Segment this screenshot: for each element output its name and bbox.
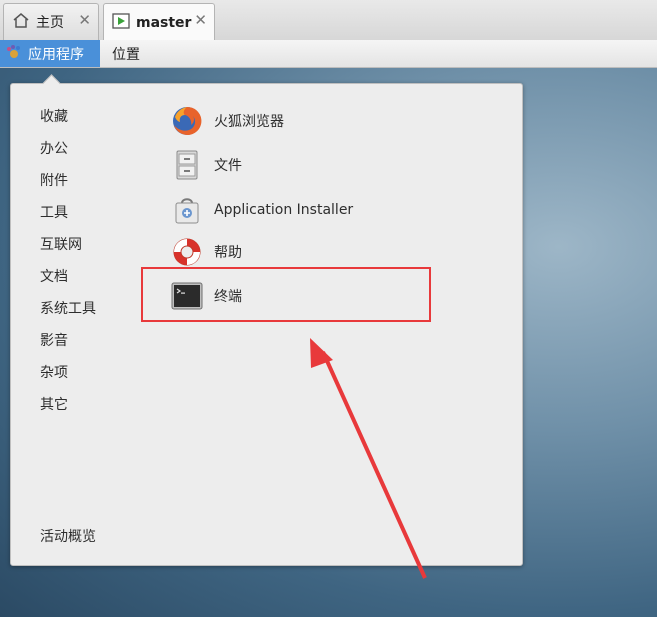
- annotation-arrow: [310, 338, 427, 579]
